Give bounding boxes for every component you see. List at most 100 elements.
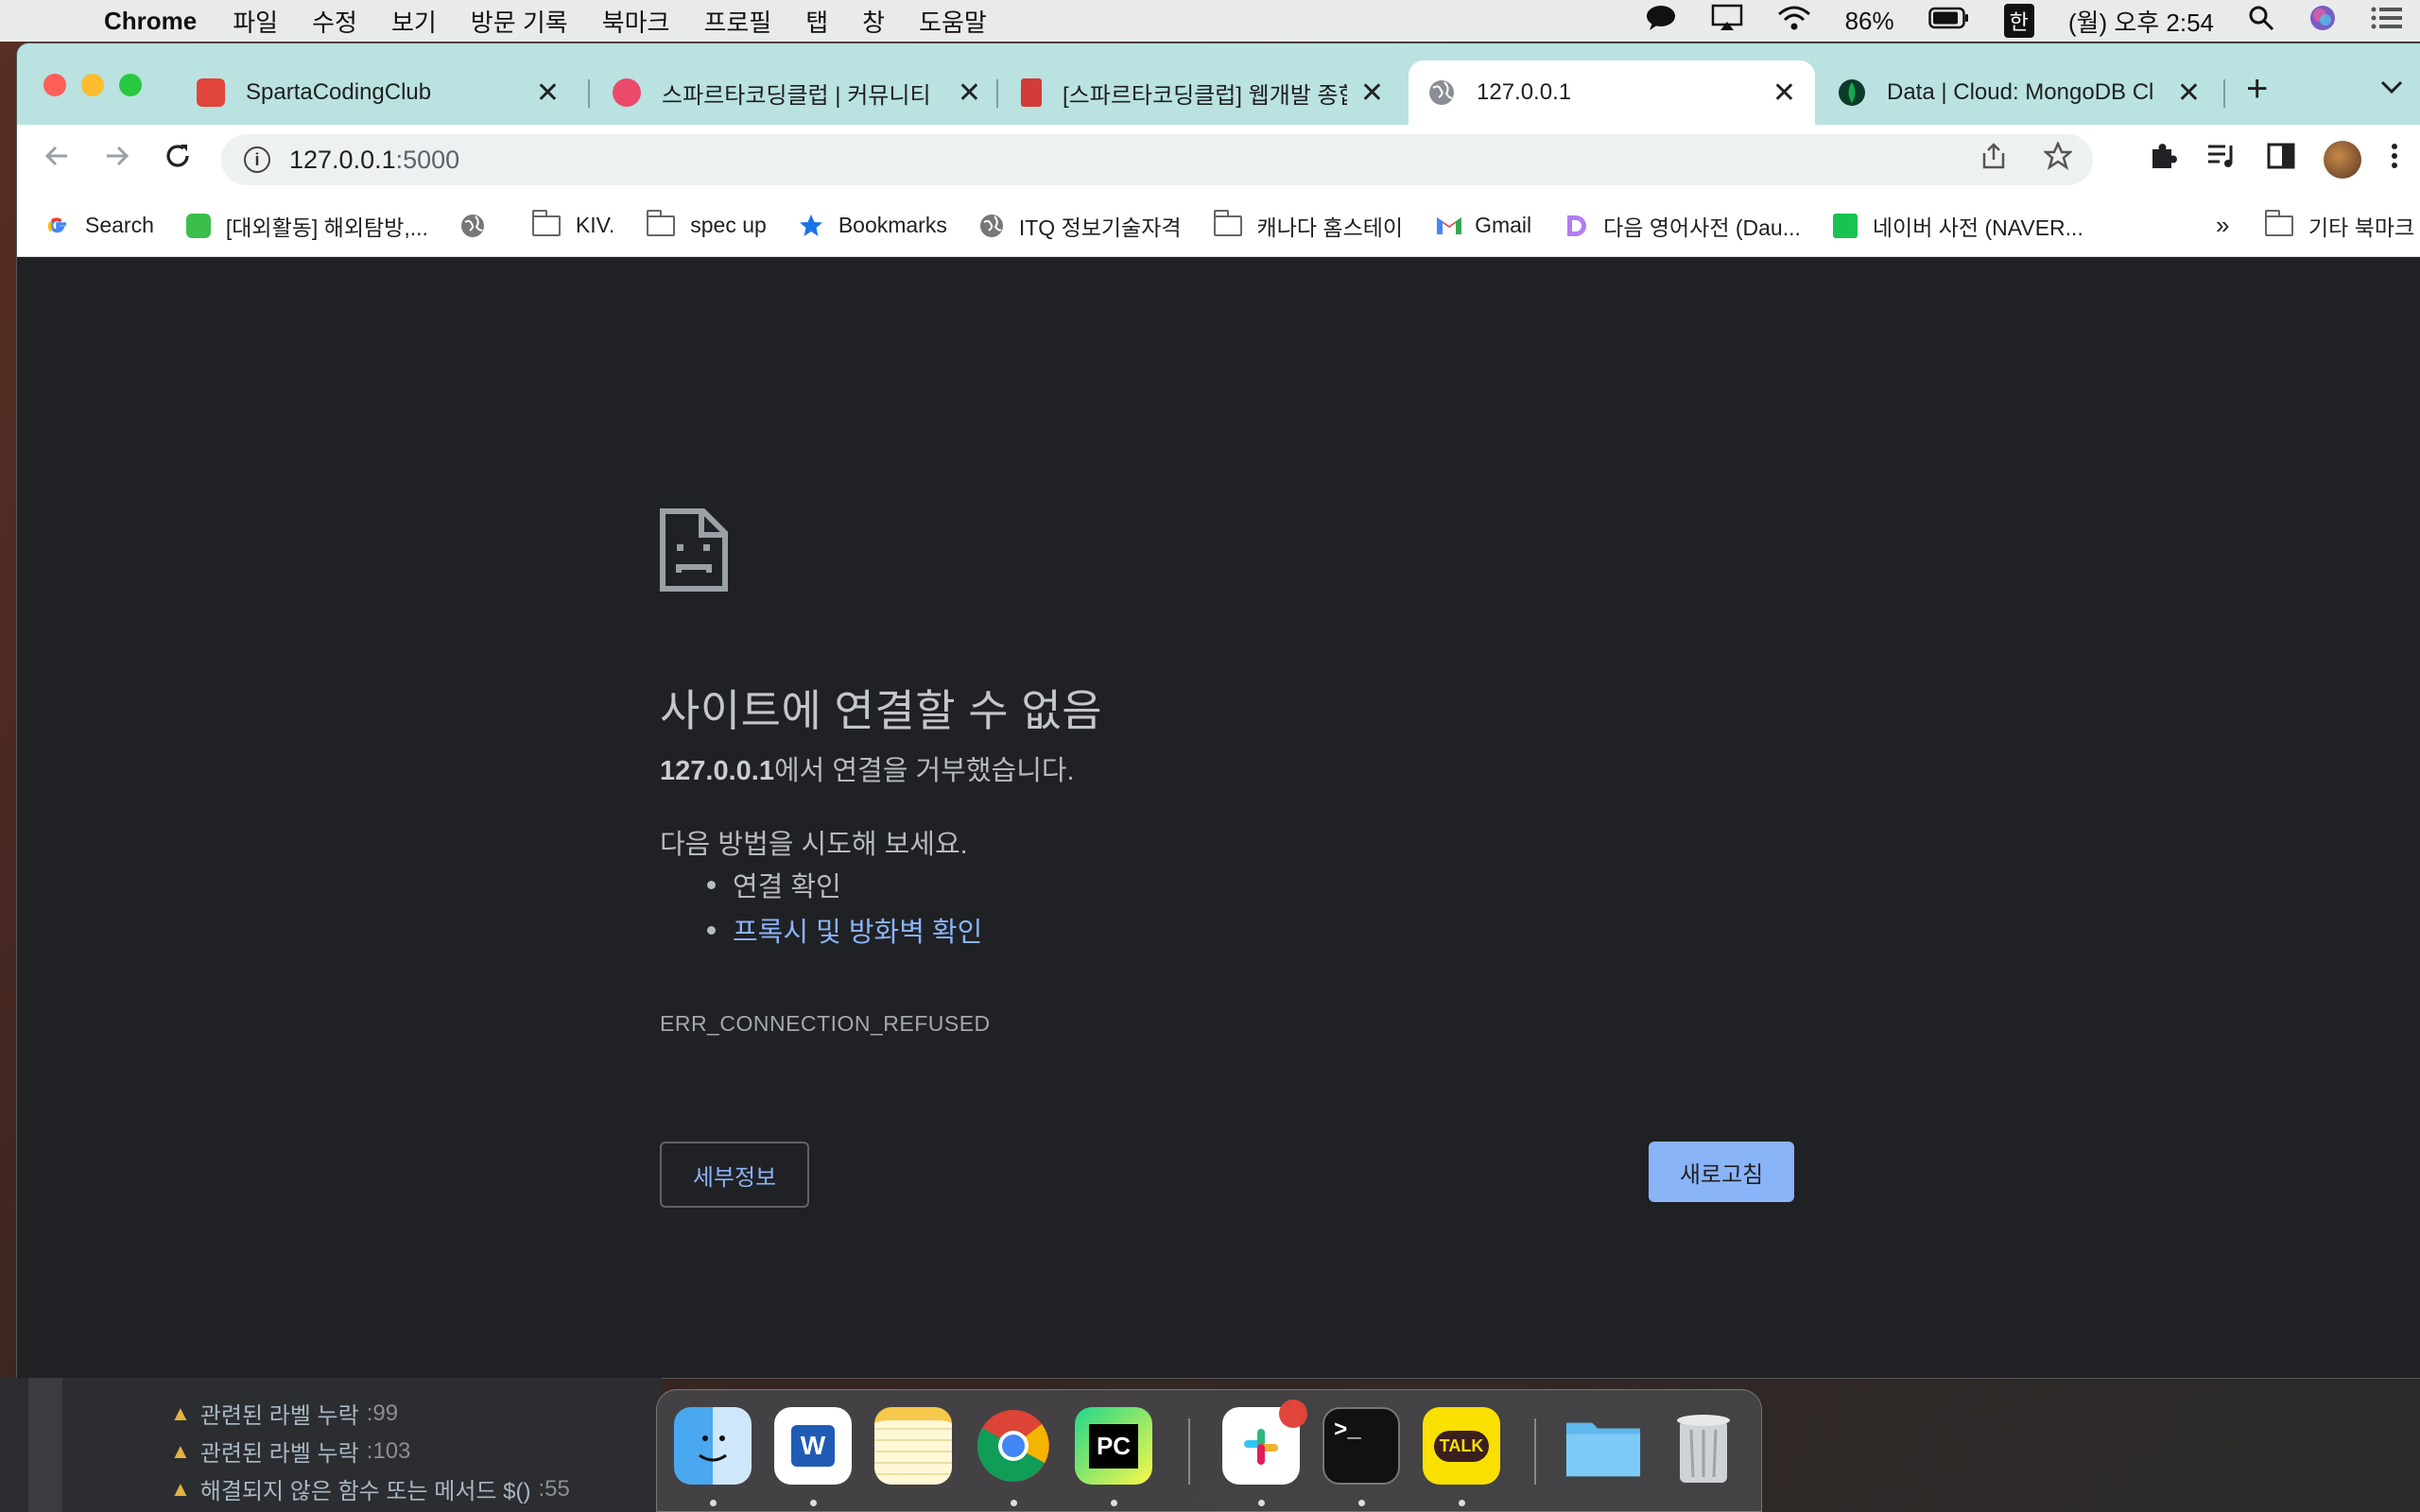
notes-icon[interactable]: [874, 1407, 952, 1485]
word-letter: W: [790, 1425, 836, 1467]
bookmark-gmail[interactable]: Gmail: [1435, 213, 1531, 238]
bookmark-folder-kiv[interactable]: KIV.: [531, 209, 614, 238]
tab-search-chevron-down-icon[interactable]: [2380, 72, 2403, 102]
wifi-icon[interactable]: [1777, 5, 1811, 38]
chrome-menu-kebab-icon[interactable]: [2390, 142, 2399, 178]
tab-title: 127.0.0.1: [1477, 79, 1572, 105]
tab-mongodb[interactable]: Data | Cloud: MongoDB Cl ✕: [1819, 60, 2220, 125]
notification-center-icon[interactable]: [2371, 6, 2403, 37]
problem-item[interactable]: ▲ 관련된 라벨 누락 :99: [170, 1397, 398, 1430]
bookmark-naver-dictionary[interactable]: 네이버 사전 (NAVER...: [1832, 210, 2083, 242]
bookmark-label: [대외활동] 해외탐방,...: [225, 215, 428, 240]
input-source-indicator[interactable]: 한: [2003, 4, 2034, 38]
address-url[interactable]: 127.0.0.1:5000: [289, 146, 459, 175]
chrome-icon[interactable]: [975, 1407, 1052, 1485]
tab-title: 스파르타코딩클럽 | 커뮤니티: [662, 82, 931, 109]
bookmark-other-folder[interactable]: 기타 북마크: [2265, 209, 2414, 242]
menu-history[interactable]: 방문 기록: [471, 4, 568, 39]
zoom-window-button[interactable]: [119, 74, 142, 96]
bookmarks-overflow-chevron-icon[interactable]: »: [2216, 211, 2229, 240]
trash-icon[interactable]: [1665, 1407, 1742, 1485]
menu-view[interactable]: 보기: [391, 4, 437, 39]
problem-item[interactable]: ▲ 해결되지 않은 함수 또는 메서드 $() :55: [170, 1472, 570, 1505]
battery-icon[interactable]: [1927, 7, 1970, 36]
siri-icon[interactable]: [2308, 4, 2337, 39]
macos-menu-bar: Chrome 파일 수정 보기 방문 기록 북마크 프로필 탭 창 도움말 86…: [0, 0, 2420, 42]
media-control-icon[interactable]: [2206, 143, 2238, 177]
details-button[interactable]: 세부정보: [660, 1142, 809, 1208]
daum-d-icon: [1564, 214, 1588, 238]
running-indicator: [710, 1500, 717, 1506]
extensions-puzzle-icon[interactable]: [2148, 141, 2178, 179]
close-tab-icon[interactable]: ✕: [1360, 77, 1384, 110]
tab-sparta-webdev[interactable]: [스파르타코딩클럽] 웹개발 종합 ✕: [1002, 60, 1403, 125]
downloads-folder-icon[interactable]: [1564, 1407, 1642, 1485]
messages-status-icon[interactable]: [1645, 4, 1677, 39]
pycharm-icon[interactable]: PC: [1075, 1407, 1152, 1485]
menu-profile[interactable]: 프로필: [703, 4, 771, 39]
bookmark-label: ITQ 정보기술자격: [1018, 215, 1182, 240]
warning-icon: ▲: [170, 1476, 191, 1501]
ide-sidebar: [28, 1378, 62, 1512]
tab-separator: [588, 79, 590, 108]
menu-bookmarks[interactable]: 북마크: [602, 4, 670, 39]
site-info-icon[interactable]: i: [244, 146, 270, 173]
close-tab-icon[interactable]: ✕: [1772, 77, 1796, 110]
kakaotalk-icon[interactable]: TALK: [1423, 1407, 1500, 1485]
tab-localhost[interactable]: 127.0.0.1 ✕: [1409, 60, 1815, 125]
menu-edit[interactable]: 수정: [312, 4, 357, 39]
profile-avatar[interactable]: [2324, 141, 2361, 179]
terminal-prompt: >_: [1334, 1418, 1361, 1444]
bookmarks-bar: Search [대외활동] 해외탐방,... KIV. spec up Book…: [17, 195, 2420, 257]
reload-icon[interactable]: [147, 142, 208, 179]
close-tab-icon[interactable]: ✕: [536, 77, 560, 110]
back-arrow-icon[interactable]: [26, 142, 87, 179]
bookmark-bookmarks[interactable]: Bookmarks: [799, 213, 947, 238]
bookmark-itq[interactable]: ITQ 정보기술자격: [979, 210, 1182, 242]
bookmark-folder-spec-up[interactable]: spec up: [647, 209, 767, 238]
bookmark-daum-dictionary[interactable]: 다음 영어사전 (Dau...: [1564, 210, 1801, 242]
problem-item[interactable]: ▲ 관련된 라벨 누락 :103: [170, 1435, 410, 1468]
forward-arrow-icon[interactable]: [87, 142, 147, 179]
menu-help[interactable]: 도움말: [919, 4, 987, 39]
menu-tab[interactable]: 탭: [805, 4, 828, 39]
spotlight-search-icon[interactable]: [2248, 5, 2274, 38]
running-indicator: [1358, 1500, 1365, 1506]
problem-text: 관련된 라벨 누락: [199, 1441, 359, 1467]
slack-icon[interactable]: [1222, 1400, 1307, 1485]
warning-icon: ▲: [170, 1438, 191, 1463]
community-favicon-icon: [613, 78, 641, 107]
reload-button[interactable]: 새로고침: [1649, 1142, 1794, 1202]
address-bar[interactable]: i 127.0.0.1:5000: [221, 134, 2093, 185]
window-controls: [43, 74, 142, 96]
menu-app-name[interactable]: Chrome: [104, 7, 197, 36]
finder-icon[interactable]: [674, 1407, 752, 1485]
folder-icon: [1213, 209, 1242, 236]
running-indicator: [810, 1500, 817, 1506]
bookmark-globe[interactable]: [460, 214, 500, 238]
close-tab-icon[interactable]: ✕: [2177, 77, 2201, 110]
airplay-icon[interactable]: [1711, 4, 1743, 39]
menu-clock[interactable]: (월) 오후 2:54: [2068, 4, 2214, 39]
microsoft-word-icon[interactable]: W: [774, 1407, 852, 1485]
terminal-icon[interactable]: >_: [1322, 1407, 1400, 1485]
bookmark-star-icon[interactable]: [2042, 140, 2074, 178]
warning-icon: ▲: [170, 1400, 191, 1425]
tab-sparta-community[interactable]: 스파르타코딩클럽 | 커뮤니티 ✕: [594, 60, 1000, 125]
close-window-button[interactable]: [43, 74, 66, 96]
new-tab-plus-icon[interactable]: +: [2246, 68, 2268, 111]
folder-icon: [2265, 209, 2293, 236]
running-indicator: [1258, 1500, 1265, 1506]
share-icon[interactable]: [1981, 142, 2006, 178]
suggestion-check-proxy-firewall-link[interactable]: 프록시 및 방화벽 확인: [707, 907, 982, 953]
tab-spartacodingclub[interactable]: SpartaCodingClub ✕: [178, 60, 579, 125]
menu-file[interactable]: 파일: [233, 4, 278, 39]
bookmark-activity[interactable]: [대외활동] 해외탐방,...: [185, 210, 428, 242]
menu-window[interactable]: 창: [862, 4, 885, 39]
minimize-window-button[interactable]: [81, 74, 104, 96]
bookmark-folder-canada[interactable]: 캐나다 홈스테이: [1213, 209, 1403, 242]
close-tab-icon[interactable]: ✕: [958, 77, 981, 110]
side-panel-icon[interactable]: [2267, 143, 2295, 177]
sparta-favicon-icon: [197, 78, 225, 107]
bookmark-search[interactable]: Search: [45, 213, 154, 238]
